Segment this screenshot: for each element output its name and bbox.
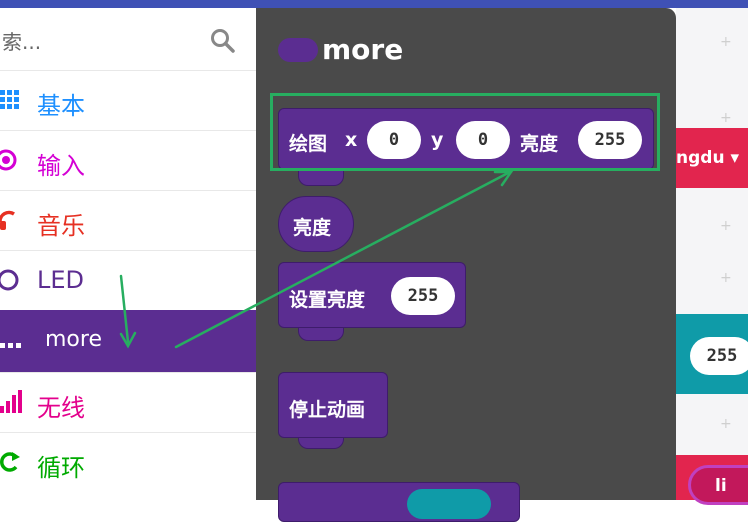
category-input[interactable]: 输入: [0, 130, 256, 190]
stop-animation-block[interactable]: 停止动画: [278, 372, 388, 438]
set-brightness-label: 设置亮度: [289, 289, 366, 311]
category-loops[interactable]: 循环: [0, 432, 256, 492]
category-label: 音乐: [37, 212, 85, 240]
category-music[interactable]: 音乐: [0, 190, 256, 250]
category-label: more: [45, 327, 102, 352]
category-label: 输入: [37, 152, 85, 180]
set-brightness-input[interactable]: 255: [391, 277, 455, 315]
flyout-title-text: more: [322, 33, 404, 66]
dots-icon: [0, 343, 21, 348]
category-label: 基本: [37, 92, 85, 120]
grid-dot: +: [720, 416, 732, 432]
brightness-reporter-block[interactable]: 亮度: [278, 196, 354, 252]
category-label: 无线: [37, 394, 85, 422]
stop-animation-label: 停止动画: [289, 399, 366, 421]
search-input[interactable]: 索...: [2, 26, 41, 55]
workspace-red-block[interactable]: ngdu ▾: [676, 128, 748, 188]
category-label: 循环: [37, 454, 85, 482]
category-radio[interactable]: 无线: [0, 372, 256, 432]
workspace[interactable]: + + + + +: [676, 8, 748, 500]
grid-dot: +: [720, 110, 732, 126]
category-basic[interactable]: 基本: [0, 70, 256, 130]
category-toggle-icon: [278, 38, 318, 62]
workspace-teal-block[interactable]: 255: [676, 314, 748, 394]
workspace-teal-input[interactable]: 255: [690, 337, 748, 375]
brightness-block-label: 亮度: [293, 217, 332, 239]
search-bar[interactable]: 索...: [0, 8, 256, 70]
grid-icon: [0, 90, 19, 109]
search-icon[interactable]: [210, 28, 236, 54]
set-brightness-block[interactable]: 设置亮度 255: [278, 262, 466, 328]
partial-block-input[interactable]: [407, 489, 491, 519]
refresh-icon: [0, 452, 20, 472]
grid-dot: +: [720, 218, 732, 234]
signal-bars-icon: [0, 390, 22, 413]
highlight-box: [270, 93, 660, 171]
workspace-red-block-text[interactable]: ngdu ▾: [676, 148, 739, 168]
category-more[interactable]: more: [0, 310, 256, 372]
toggle-icon: [0, 269, 19, 291]
grid-dot: +: [720, 270, 732, 286]
grid-dot: +: [720, 34, 732, 50]
category-led[interactable]: LED: [0, 250, 256, 310]
toolbox: 索... 基本 输入 音乐 LED more 无线 循环: [0, 8, 256, 500]
target-icon: [0, 149, 17, 171]
top-bar: [0, 0, 748, 8]
category-label: LED: [37, 266, 85, 294]
partial-block[interactable]: [278, 482, 520, 522]
headphones-icon: [0, 210, 15, 230]
workspace-bottom-block[interactable]: li: [676, 455, 748, 505]
workspace-bottom-block-text[interactable]: li: [688, 465, 748, 505]
